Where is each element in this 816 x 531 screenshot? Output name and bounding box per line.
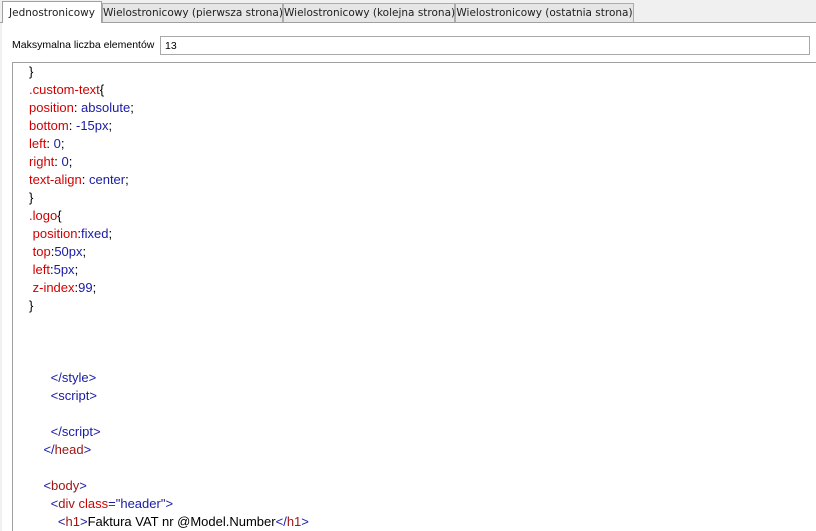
code-token: ; (108, 118, 113, 133)
code-token: ; (82, 244, 87, 259)
code-token: text-align (29, 172, 82, 187)
code-token: fixed (81, 226, 109, 241)
code-line: <body> (29, 477, 87, 495)
code-line: .logo{ (29, 207, 62, 225)
code-token: ; (60, 136, 65, 151)
code-line: text-align: center; (29, 171, 129, 189)
code-line: position: absolute; (29, 99, 134, 117)
code-line: position:fixed; (29, 225, 113, 243)
tab-jednostronicowy[interactable]: Jednostronicowy (2, 1, 102, 23)
code-token: top (29, 244, 51, 259)
code-token: </ (29, 370, 62, 385)
code-editor[interactable]: } .custom-text{position: absolute; bottom:… (12, 62, 816, 531)
code-line: top:50px; (29, 243, 87, 261)
tab-wielostronicowy-ostatnia[interactable]: Wielostronicowy (ostatnia strona) (455, 3, 634, 22)
code-token: </ (29, 442, 55, 457)
code-token: 0 (61, 154, 69, 169)
code-token: ; (108, 226, 113, 241)
code-token: } (29, 190, 34, 205)
code-token: .custom-text (29, 82, 100, 97)
code-token: left (29, 262, 50, 277)
code-line: .custom-text{ (29, 81, 104, 99)
code-token: : (68, 118, 76, 133)
code-line: } (29, 63, 33, 81)
code-line: <h1>Faktura VAT nr @Model.Number</h1> (29, 513, 309, 531)
code-token: style (61, 370, 89, 385)
code-token: ; (68, 154, 73, 169)
code-line: left: 0; (29, 135, 64, 153)
code-token: script (61, 424, 93, 439)
code-token: } (29, 298, 34, 313)
max-elements-row: Maksymalna liczba elementów (2, 35, 816, 57)
code-token: 99 (78, 280, 93, 295)
code-token: : (73, 100, 82, 115)
code-token: ; (130, 100, 134, 115)
code-token: 5px (53, 262, 75, 277)
code-token: > (88, 370, 97, 385)
code-line: <div class="header"> (29, 495, 173, 513)
code-token: { (99, 82, 105, 97)
code-line: left:5px; (29, 261, 79, 279)
code-token: -15px (75, 118, 109, 133)
code-token: Faktura VAT nr @Model.Number (87, 514, 276, 529)
code-token: > (165, 496, 174, 511)
code-token: 0 (53, 136, 61, 151)
code-line: right: 0; (29, 153, 72, 171)
code-token: = (108, 496, 116, 511)
code-token: < (29, 496, 59, 511)
code-token: > (301, 514, 309, 529)
code-token: position (29, 100, 74, 115)
code-token: > (83, 442, 92, 457)
tab-wielostronicowy-kolejna[interactable]: Wielostronicowy (kolejna strona) (283, 3, 455, 22)
code-token: 50px (54, 244, 83, 259)
code-token: > (92, 424, 101, 439)
code-line: </head> (29, 441, 91, 459)
code-token: div (58, 496, 75, 511)
code-token: : (54, 154, 62, 169)
code-token: ; (125, 172, 129, 187)
code-line: </script> (29, 423, 101, 441)
code-token: script (58, 388, 90, 403)
max-elements-label: Maksymalna liczba elementów (12, 39, 155, 51)
code-token: < (29, 478, 52, 493)
code-token: head (54, 442, 84, 457)
code-token: > (79, 514, 88, 529)
code-token: absolute (81, 100, 131, 115)
code-token: center (88, 172, 126, 187)
code-token: > (79, 478, 87, 493)
code-token: .logo (29, 208, 58, 223)
code-token: </ (275, 514, 287, 529)
code-line: <script> (29, 387, 97, 405)
tab-bar: Jednostronicowy Wielostronicowy (pierwsz… (0, 0, 816, 24)
code-line: </style> (29, 369, 97, 387)
code-token: : (81, 172, 89, 187)
code-token: class (74, 496, 109, 511)
code-token: < (29, 514, 66, 529)
code-token: h1 (286, 514, 302, 529)
code-token: </ (29, 424, 62, 439)
code-token: > (89, 388, 97, 403)
code-token: right (29, 154, 55, 169)
code-token: body (51, 478, 80, 493)
code-token: ; (92, 280, 97, 295)
code-token: < (29, 388, 59, 403)
code-token: } (29, 64, 34, 79)
code-token: bottom (29, 118, 69, 133)
code-token: ; (74, 262, 79, 277)
code-token: : (46, 136, 54, 151)
code-token: h1 (65, 514, 80, 529)
code-token: { (57, 208, 62, 223)
tab-wielostronicowy-pierwsza[interactable]: Wielostronicowy (pierwsza strona) (102, 3, 283, 22)
code-token: position (29, 226, 78, 241)
code-token: z-index (29, 280, 75, 295)
tab-panel: Maksymalna liczba elementów }.custom-tex… (2, 23, 816, 531)
code-line: } (29, 189, 33, 207)
code-line: } (29, 297, 33, 315)
code-token: "header" (115, 496, 166, 511)
max-elements-input[interactable] (160, 36, 810, 55)
code-token: left (29, 136, 47, 151)
code-line: z-index:99; (29, 279, 97, 297)
code-line: bottom: -15px; (29, 117, 112, 135)
